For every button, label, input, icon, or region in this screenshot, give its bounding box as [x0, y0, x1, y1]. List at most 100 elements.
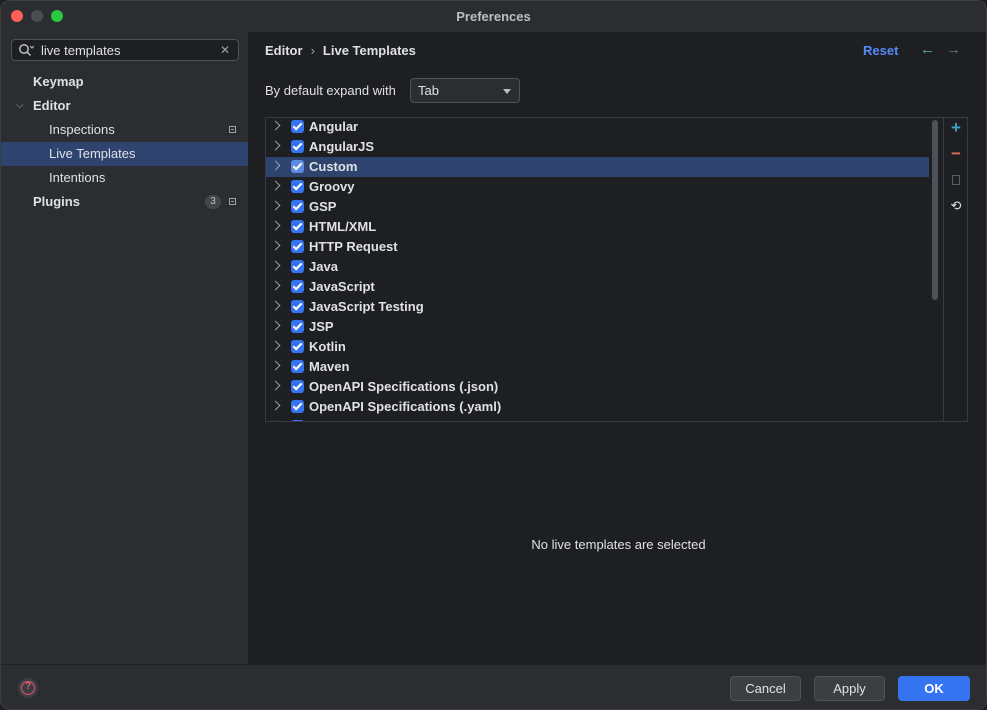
template-group-name: JSP	[309, 319, 334, 334]
restore-icon[interactable]: ⟲	[949, 199, 963, 213]
template-group-checkbox[interactable]	[291, 380, 304, 393]
ok-button[interactable]: OK	[898, 676, 970, 701]
chevron-right-icon[interactable]	[270, 260, 281, 271]
template-group-checkbox[interactable]	[291, 400, 304, 413]
template-group-checkbox[interactable]	[291, 240, 304, 253]
template-group-name: HTML/XML	[309, 219, 377, 234]
cancel-button[interactable]: Cancel	[730, 676, 801, 701]
template-group-row[interactable]: Groovy	[266, 177, 929, 197]
apply-button[interactable]: Apply	[814, 676, 885, 701]
template-group-row[interactable]: OpenAPI Specifications (.yaml)	[266, 397, 929, 417]
copy-icon[interactable]	[949, 173, 963, 187]
help-button[interactable]: ?	[18, 678, 38, 698]
chevron-right-icon[interactable]	[270, 400, 281, 411]
template-group-name: JavaScript	[309, 279, 375, 294]
template-group-name: HTTP Request	[309, 239, 398, 254]
chevron-right-icon[interactable]	[270, 180, 281, 191]
chevron-right-icon[interactable]	[270, 380, 281, 391]
template-group-row[interactable]: Angular	[266, 118, 929, 137]
template-group-row[interactable]: Java	[266, 257, 929, 277]
template-group-row[interactable]: Maven	[266, 357, 929, 377]
template-group-row[interactable]: JavaScript Testing	[266, 297, 929, 317]
chevron-right-icon[interactable]	[270, 340, 281, 351]
project-settings-icon	[229, 198, 236, 205]
chevron-right-icon[interactable]	[270, 320, 281, 331]
template-group-checkbox[interactable]	[291, 260, 304, 273]
reset-link[interactable]: Reset	[863, 43, 898, 58]
template-group-name: OpenAPI Specifications (.yaml)	[309, 399, 502, 414]
chevron-down-icon[interactable]: ⌵	[16, 94, 24, 118]
template-group-name: AngularJS	[309, 139, 375, 154]
template-group-row[interactable]: HTML/XML	[266, 217, 929, 237]
template-group-checkbox[interactable]	[291, 160, 304, 173]
template-group-checkbox[interactable]	[291, 360, 304, 373]
template-group-name: R	[309, 419, 318, 421]
expand-key-dropdown[interactable]: Tab	[410, 78, 520, 103]
template-group-name: Groovy	[309, 179, 355, 194]
template-group-row[interactable]: Custom	[266, 157, 929, 177]
template-group-checkbox[interactable]	[291, 120, 304, 133]
template-group-name: GSP	[309, 199, 337, 214]
close-icon[interactable]: ✕	[220, 43, 230, 57]
template-group-checkbox[interactable]	[291, 180, 304, 193]
template-group-checkbox[interactable]	[291, 140, 304, 153]
preferences-window: Preferences live templates ✕ Keymap ⌵ Ed…	[0, 0, 987, 710]
sidebar-item-label: Plugins	[33, 194, 80, 209]
template-group-checkbox[interactable]	[291, 200, 304, 213]
template-group-checkbox[interactable]	[291, 340, 304, 353]
sidebar-item-keymap[interactable]: Keymap	[1, 70, 248, 94]
expand-with-label: By default expand with	[265, 83, 396, 98]
chevron-right-icon: ›	[310, 43, 315, 58]
template-group-row[interactable]: Kotlin	[266, 337, 929, 357]
chevron-right-icon[interactable]	[270, 240, 281, 251]
sidebar-item-intentions[interactable]: Intentions	[1, 166, 248, 190]
project-settings-icon	[229, 126, 236, 133]
template-group-row[interactable]: AngularJS	[266, 137, 929, 157]
chevron-right-icon[interactable]	[270, 120, 281, 131]
settings-sidebar: live templates ✕ Keymap ⌵ Editor Inspect…	[1, 32, 249, 664]
chevron-right-icon[interactable]	[270, 280, 281, 291]
back-arrow-icon[interactable]: ←	[920, 41, 935, 58]
help-icon: ?	[24, 681, 32, 692]
template-group-row[interactable]: JSP	[266, 317, 929, 337]
breadcrumb-current: Live Templates	[322, 43, 416, 58]
sidebar-item-label: Live Templates	[49, 146, 136, 161]
settings-content: Editor › Live Templates Reset ← → By defau…	[249, 32, 986, 664]
template-group-checkbox[interactable]	[291, 320, 304, 333]
forward-arrow-icon[interactable]: →	[946, 41, 961, 58]
template-group-checkbox[interactable]	[291, 220, 304, 233]
sidebar-item-plugins[interactable]: Plugins 3	[1, 190, 248, 214]
template-toolbar: + − ⟲	[943, 118, 967, 421]
chevron-right-icon[interactable]	[270, 220, 281, 231]
search-input[interactable]: live templates	[41, 43, 120, 58]
template-group-checkbox[interactable]	[291, 280, 304, 293]
sidebar-item-inspections[interactable]: Inspections	[1, 118, 248, 142]
breadcrumb-parent[interactable]: Editor	[265, 43, 303, 58]
chevron-right-icon[interactable]	[270, 140, 281, 151]
template-group-name: JavaScript Testing	[309, 299, 424, 314]
settings-search-field[interactable]: live templates ✕	[11, 39, 239, 61]
template-group-checkbox[interactable]	[291, 420, 304, 421]
chevron-right-icon[interactable]	[270, 160, 281, 171]
chevron-right-icon[interactable]	[270, 200, 281, 211]
remove-icon[interactable]: −	[949, 145, 963, 162]
add-icon[interactable]: +	[949, 119, 963, 136]
template-group-name: Java	[309, 259, 338, 274]
template-groups-list: Angular AngularJS Custom Groovy GSP HTML…	[266, 118, 944, 421]
sidebar-item-label: Intentions	[49, 170, 106, 185]
template-group-row[interactable]: GSP	[266, 197, 929, 217]
chevron-right-icon[interactable]	[270, 360, 281, 371]
template-group-row[interactable]: JavaScript	[266, 277, 929, 297]
sidebar-item-editor[interactable]: ⌵ Editor	[1, 94, 248, 118]
template-group-name: Custom	[309, 159, 358, 174]
dropdown-arrow-icon	[503, 89, 511, 94]
template-group-name: Maven	[309, 359, 350, 374]
template-group-checkbox[interactable]	[291, 300, 304, 313]
template-group-row[interactable]: R	[266, 417, 929, 421]
template-group-row[interactable]: OpenAPI Specifications (.json)	[266, 377, 929, 397]
sidebar-item-live-templates[interactable]: Live Templates	[1, 142, 248, 166]
list-scrollbar[interactable]	[932, 120, 938, 300]
chevron-right-icon[interactable]	[270, 300, 281, 311]
template-group-row[interactable]: HTTP Request	[266, 237, 929, 257]
breadcrumb: Editor › Live Templates	[265, 43, 416, 58]
